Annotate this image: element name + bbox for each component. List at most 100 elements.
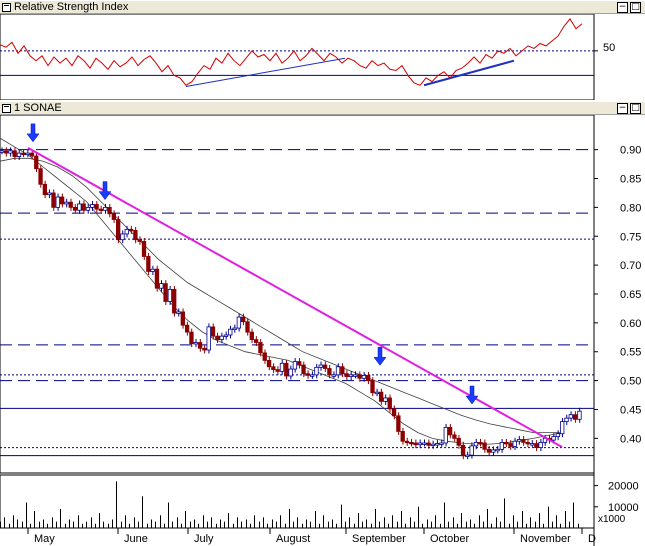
minimize-icon[interactable]: − [617, 103, 628, 114]
candle-body [374, 391, 379, 395]
candle-body [176, 311, 181, 314]
candle-body [172, 288, 177, 314]
candle-body [47, 192, 52, 196]
candle-body [409, 441, 414, 445]
candle-body [146, 256, 151, 272]
candle-body [344, 373, 349, 377]
candle-body [353, 374, 358, 377]
candle-body [232, 327, 237, 330]
volume-axis-ticks: 20000 10000 [594, 481, 639, 514]
price-tick-label: 0.75 [620, 231, 641, 243]
candle-body [98, 208, 104, 212]
candle-body [452, 434, 457, 439]
candle-body [236, 316, 242, 329]
candle-body [521, 439, 526, 443]
candle-body [327, 368, 332, 376]
candle-body [322, 364, 328, 369]
price-tick-label: 0.90 [620, 145, 641, 157]
x-tick-label: October [430, 533, 469, 545]
candle-body [348, 374, 354, 377]
candle-body [206, 326, 211, 351]
rsi-panel-titlebar: Relative Strength Index − □ [0, 0, 645, 14]
maximize-icon[interactable]: □ [630, 2, 641, 13]
candle-body [335, 366, 341, 376]
candle-body [538, 441, 543, 448]
candle-body [478, 441, 483, 445]
x-axis: May June July August September October Novembe… [0, 527, 596, 545]
candle-body [210, 326, 216, 337]
candle-body [266, 360, 272, 368]
candle-body [16, 152, 22, 157]
candle-body [439, 442, 444, 445]
price-axis-ticks: 0.90 0.85 0.80 0.75 0.70 0.65 0.60 0.55 0.50 0.45… [594, 145, 641, 445]
candle-body [400, 431, 405, 442]
candle-body [318, 364, 323, 368]
candle-body [456, 437, 461, 446]
maximize-icon[interactable]: □ [630, 103, 641, 114]
candle-body [430, 443, 436, 447]
candle-body [141, 241, 147, 257]
candle-body [228, 328, 233, 336]
candle-body [253, 339, 259, 343]
candle-body [413, 442, 418, 446]
candle-body [197, 342, 203, 349]
candle-body [383, 397, 388, 402]
candle-body [68, 201, 73, 208]
candle-body [309, 374, 315, 377]
candle-body [447, 426, 453, 436]
candle-body [577, 410, 582, 420]
price-plot-frame [0, 115, 595, 474]
candle-body [184, 324, 190, 333]
candle-body [51, 192, 56, 208]
volume-scale-label: x1000 [598, 514, 626, 525]
panel-menu-icon[interactable] [2, 3, 11, 12]
candle-body [357, 374, 362, 379]
rsi-panel-title: Relative Strength Index [14, 1, 129, 13]
candle-body [154, 268, 160, 289]
candle-body [271, 366, 276, 371]
minimize-icon[interactable]: − [617, 2, 628, 13]
price-panel-titlebar: 1 SONAE − □ [0, 101, 645, 115]
candle-body [167, 288, 173, 302]
candle-body [107, 206, 112, 215]
candle-body [491, 449, 496, 453]
candle-body [193, 342, 198, 345]
candle-body [72, 206, 78, 211]
candle-body [340, 366, 345, 375]
candle-body [59, 196, 65, 205]
candle-body [25, 152, 30, 156]
candle-body [460, 444, 466, 457]
candle-body [223, 334, 229, 337]
candle-body [180, 311, 185, 326]
panel-menu-icon[interactable] [2, 104, 11, 113]
candle-body [503, 441, 509, 445]
candle-body [361, 375, 367, 379]
x-tick-label: June [124, 533, 148, 545]
candle-body [508, 443, 513, 447]
candle-body [29, 152, 35, 157]
candle-body [396, 415, 401, 432]
candle-body [288, 368, 293, 377]
candle-body [512, 440, 517, 447]
candle-body [387, 397, 392, 410]
rsi-plot-frame [0, 14, 595, 100]
candle-body [366, 375, 371, 382]
x-tick-label: July [194, 533, 214, 545]
price-tick-label: 0.80 [620, 202, 641, 214]
candle-body [572, 414, 578, 420]
candle-body [495, 448, 500, 452]
candle-body [555, 433, 561, 438]
candle-body [0, 150, 4, 153]
candle-body [12, 150, 17, 157]
chart-window: Relative Strength Index − □ 50 1 SONAE −… [0, 0, 645, 546]
price-panel-title: 1 SONAE [14, 102, 62, 114]
candle-body [124, 228, 129, 235]
candle-body [275, 369, 280, 372]
price-tick-label: 0.60 [620, 318, 641, 330]
candle-body [42, 183, 48, 196]
candle-body [116, 219, 121, 241]
candle-body [465, 454, 470, 458]
candle-body [284, 362, 289, 377]
candle-body [404, 440, 410, 444]
candle-body [8, 150, 13, 154]
